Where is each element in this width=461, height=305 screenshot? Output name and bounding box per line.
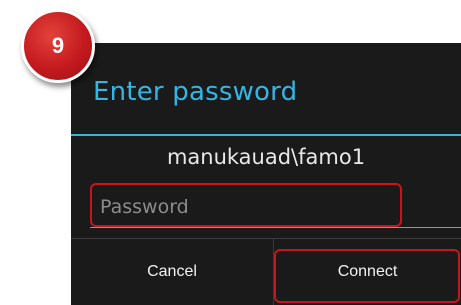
step-number-badge: 9: [21, 9, 95, 83]
password-input[interactable]: [100, 193, 390, 221]
password-field-highlight: [90, 183, 402, 227]
cancel-button[interactable]: Cancel: [71, 239, 273, 305]
connect-button[interactable]: Connect: [274, 239, 461, 305]
title-divider: [71, 134, 461, 136]
password-field-underline: [90, 227, 461, 228]
enter-password-dialog: Enter password manukauad\famo1 Cancel Co…: [71, 43, 461, 305]
username-label: manukauad\famo1: [166, 145, 366, 169]
dialog-title: Enter password: [93, 77, 298, 107]
